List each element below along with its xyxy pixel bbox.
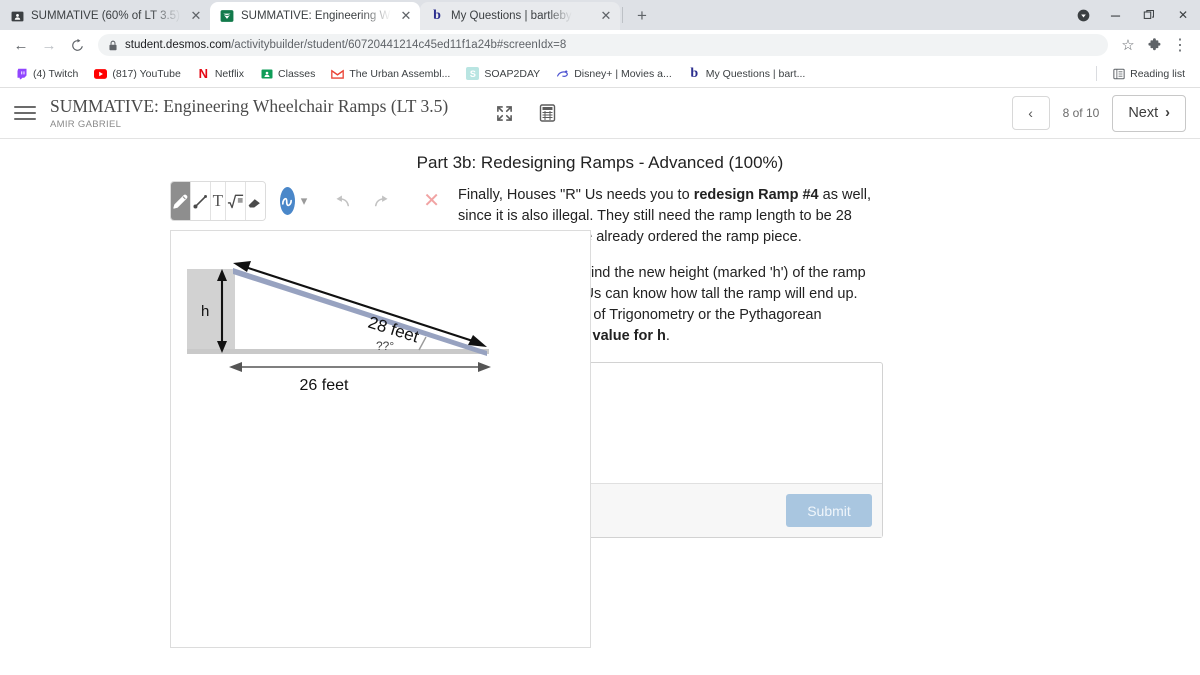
clear-sketch-button[interactable]: ✕ xyxy=(423,191,440,211)
gmail-icon xyxy=(331,67,345,80)
browser-tab-1-close-icon[interactable]: ✕ xyxy=(188,8,204,24)
tab-separator xyxy=(622,7,623,23)
classroom-icon xyxy=(10,9,24,23)
soap2day-icon: S xyxy=(466,67,480,80)
student-name: AMIR GABRIEL xyxy=(50,118,122,130)
bookmark-twitch[interactable]: (4) Twitch xyxy=(8,64,85,83)
sketch-toolbar: T ▾ ✕ xyxy=(170,181,440,221)
forward-button[interactable]: → xyxy=(36,32,62,58)
sketch-tool-group: T xyxy=(170,181,266,221)
browser-tab-3-close-icon[interactable]: ✕ xyxy=(598,8,614,24)
browser-tab-2[interactable]: SUMMATIVE: Engineering Wheel ✕ xyxy=(210,2,420,30)
bookmark-urban-assembly-label: The Urban Assembl... xyxy=(349,67,451,80)
reading-list-label: Reading list xyxy=(1130,67,1185,80)
window-maximize-button[interactable] xyxy=(1132,0,1166,30)
screen-content: T ▾ ✕ h 28 feet ??° 26 feet Finally, Hou… xyxy=(0,181,1200,648)
download-icon[interactable] xyxy=(1068,0,1098,30)
twitch-icon xyxy=(15,67,28,80)
browser-toolbar: ← → student.desmos.com/activitybuilder/s… xyxy=(0,30,1200,60)
activity-header-icons xyxy=(496,104,556,122)
url-path: /activitybuilder/student/60720441214c45e… xyxy=(231,39,567,51)
activity-navigation: ‹ 8 of 10 Next › xyxy=(1011,94,1186,132)
bartleby-icon: b xyxy=(433,8,441,23)
reading-list-icon xyxy=(1112,67,1125,80)
bookmark-classes[interactable]: Classes xyxy=(253,64,322,83)
browser-tab-2-title: SUMMATIVE: Engineering Wheel xyxy=(241,10,391,22)
prompt-2-run-3: . xyxy=(665,328,670,345)
pencil-tool-button[interactable] xyxy=(171,182,191,220)
youtube-icon xyxy=(94,67,108,80)
browser-tab-strip: SUMMATIVE (60% of LT 3.5): Eng ✕ SUMMATI… xyxy=(0,0,1200,30)
bookmark-twitch-label: (4) Twitch xyxy=(33,67,79,80)
netflix-icon: N xyxy=(198,66,209,81)
diagram-base-label: 26 feet xyxy=(300,377,349,394)
next-screen-button[interactable]: Next › xyxy=(1112,94,1186,132)
screen-title: Part 3b: Redesigning Ramps - Advanced (1… xyxy=(416,153,784,172)
prompt-1-run-1: Finally, Houses "R" Us needs you to xyxy=(458,187,694,203)
bookmark-netflix-label: Netflix xyxy=(214,67,245,80)
bookmark-urban-assembly[interactable]: The Urban Assembl... xyxy=(324,64,457,83)
browser-tab-3-title: My Questions | bartleby xyxy=(451,10,572,22)
reload-button[interactable] xyxy=(64,32,90,58)
url-domain: student.desmos.com xyxy=(125,39,232,51)
activity-header: SUMMATIVE: Engineering Wheelchair Ramps … xyxy=(0,88,1200,139)
activity-title-block: SUMMATIVE: Engineering Wheelchair Ramps … xyxy=(50,96,448,129)
diagram-height-label: h xyxy=(201,303,209,320)
window-minimize-button[interactable] xyxy=(1098,0,1132,30)
bookmark-youtube-label: (817) YouTube xyxy=(112,67,181,80)
math-tool-button[interactable] xyxy=(225,182,246,220)
window-controls: ✕ xyxy=(1068,0,1200,30)
classroom-icon xyxy=(260,67,273,80)
page-title: SUMMATIVE: Engineering Wheelchair Ramps … xyxy=(50,96,449,117)
sketch-canvas[interactable]: h 28 feet ??° 26 feet xyxy=(170,230,591,648)
desmos-icon xyxy=(220,9,234,23)
bookmark-bartleby[interactable]: b My Questions | bart... xyxy=(681,64,813,83)
puzzle-icon[interactable] xyxy=(1142,33,1166,57)
hamburger-icon[interactable] xyxy=(14,106,36,120)
back-button[interactable]: ← xyxy=(8,32,34,58)
text-tool-label: T xyxy=(212,191,224,210)
address-bar[interactable]: student.desmos.com/activitybuilder/stude… xyxy=(98,34,1108,56)
bookmark-disneyplus[interactable]: Disney+ | Movies a... xyxy=(549,64,679,83)
submit-button[interactable]: Submit xyxy=(786,494,872,528)
window-close-button[interactable]: ✕ xyxy=(1166,0,1200,30)
redo-button[interactable] xyxy=(373,193,393,209)
diagram-angle-label: ??° xyxy=(376,339,394,353)
browser-tab-2-close-icon[interactable]: ✕ xyxy=(398,8,414,24)
bookmark-youtube[interactable]: (817) YouTube xyxy=(87,64,188,83)
text-tool-button[interactable]: T xyxy=(211,182,226,220)
bookmark-disneyplus-label: Disney+ | Movies a... xyxy=(574,67,672,80)
browser-menu-icon[interactable]: ⋮ xyxy=(1168,33,1192,57)
new-tab-button[interactable]: + xyxy=(629,3,655,29)
page-indicator: 8 of 10 xyxy=(1062,106,1100,120)
reading-list-button[interactable]: Reading list xyxy=(1105,64,1192,83)
sketch-panel: T ▾ ✕ h 28 feet ??° 26 feet xyxy=(10,181,591,648)
ramp-diagram: h 28 feet ??° 26 feet xyxy=(187,261,491,394)
undo-button[interactable] xyxy=(331,193,351,209)
bookmark-netflix[interactable]: N Netflix xyxy=(190,64,251,83)
bookmark-classes-label: Classes xyxy=(278,67,316,80)
bookmark-bartleby-label: My Questions | bart... xyxy=(705,67,806,80)
line-tool-button[interactable] xyxy=(191,182,211,220)
stroke-style-button[interactable] xyxy=(279,187,295,215)
expand-icon[interactable] xyxy=(496,105,513,122)
browser-tab-1[interactable]: SUMMATIVE (60% of LT 3.5): Eng ✕ xyxy=(0,2,210,30)
next-screen-label: Next xyxy=(1128,105,1159,121)
bookmarks-bar: (4) Twitch (817) YouTube N Netflix Class… xyxy=(0,60,1200,88)
browser-tab-3[interactable]: b My Questions | bartleby ✕ xyxy=(420,2,620,30)
bookmarks-divider xyxy=(1096,66,1098,81)
bookmark-soap2day-label: SOAP2DAY xyxy=(484,67,541,80)
lock-icon xyxy=(108,40,118,51)
bookmark-star-icon[interactable]: ☆ xyxy=(1116,33,1140,57)
chevron-down-icon[interactable]: ▾ xyxy=(301,193,308,209)
bookmark-soap2day[interactable]: S SOAP2DAY xyxy=(459,64,547,83)
prompt-1-run-2: redesign Ramp #4 xyxy=(693,187,819,203)
prev-screen-button[interactable]: ‹ xyxy=(1011,96,1050,130)
disneyplus-icon xyxy=(556,67,569,80)
bartleby-icon: b xyxy=(690,65,699,81)
chevron-right-icon: › xyxy=(1165,105,1170,121)
browser-tab-1-title: SUMMATIVE (60% of LT 3.5): Eng xyxy=(31,10,181,22)
eraser-tool-button[interactable] xyxy=(245,182,265,220)
calculator-icon[interactable] xyxy=(539,104,556,122)
